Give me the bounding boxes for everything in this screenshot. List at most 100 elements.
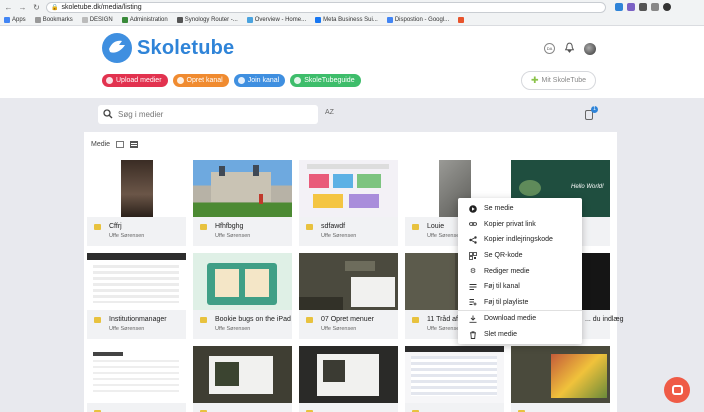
extension-icon[interactable]	[627, 3, 635, 11]
menu-item-delete-media[interactable]: Slet medie	[458, 327, 582, 343]
media-card[interactable]: 07 Opret menuer Uffe Sørensen	[299, 253, 398, 339]
folder-icon	[200, 317, 207, 323]
folder-icon	[306, 224, 313, 230]
menu-item-edit-media[interactable]: ⚙ Rediger medie	[458, 263, 582, 279]
media-card[interactable]	[299, 346, 398, 412]
search-input[interactable]: Søg i medier	[98, 105, 318, 124]
view-label: Medie	[91, 141, 111, 148]
chat-button[interactable]	[664, 377, 690, 403]
media-thumbnail	[299, 160, 398, 217]
header-tools: DA	[544, 42, 596, 55]
notification-badge: 1	[591, 106, 598, 113]
media-card[interactable]: Hfhfbghg Uffe Sørensen	[193, 160, 292, 246]
folder-icon	[200, 224, 207, 230]
download-icon	[469, 315, 477, 323]
media-card[interactable]: sdfawdf Uffe Sørensen	[299, 160, 398, 246]
profile-icon[interactable]	[663, 3, 671, 11]
folder-icon	[412, 224, 419, 230]
media-thumbnail	[511, 346, 610, 403]
users-icon	[237, 77, 245, 84]
bookmark-item[interactable]: Dispostion - Googl...	[386, 16, 449, 23]
logo-text: Skoletube	[137, 36, 235, 59]
media-thumbnail	[405, 346, 504, 403]
extension-icon[interactable]	[639, 3, 647, 11]
media-card[interactable]: Bookie bugs on the iPad Uffe Sørensen	[193, 253, 292, 339]
bookmark-item[interactable]: Meta Business Sui...	[315, 16, 378, 23]
create-channel-button[interactable]: Opret kanal	[172, 74, 229, 87]
bell-icon[interactable]	[564, 42, 575, 55]
media-author: Uffe Sørensen	[215, 326, 251, 332]
media-card[interactable]	[87, 346, 186, 412]
list-view-icon[interactable]	[130, 141, 139, 148]
menu-item-download-media[interactable]: Download medie	[458, 311, 582, 327]
media-title: Cffrj	[109, 223, 122, 230]
share-icon	[469, 236, 477, 244]
extensions	[615, 3, 671, 11]
media-author: Uffe Sørensen	[321, 233, 357, 239]
media-thumbnail	[193, 160, 292, 217]
context-menu: Se medie Kopier privat link Kopier indle…	[458, 198, 582, 344]
bookmark-item[interactable]: Synology Router -...	[176, 16, 238, 23]
bookmark-item[interactable]: Overview - Home...	[246, 16, 306, 23]
lock-icon: 🔒	[51, 4, 59, 11]
inbox-icon[interactable]: 1	[585, 106, 598, 120]
media-author: Uffe Sørensen	[321, 326, 357, 332]
link-icon	[469, 220, 477, 228]
menu-item-add-to-playlist[interactable]: Føj til playliste	[458, 295, 582, 311]
bookmark-item[interactable]: Administration	[121, 16, 168, 23]
media-title: Louie	[427, 223, 445, 230]
search-placeholder: Søg i medier	[118, 110, 164, 119]
language-toggle[interactable]: DA	[544, 43, 555, 54]
media-card[interactable]	[405, 346, 504, 412]
media-card[interactable]: Institutionmanager Uffe Sørensen	[87, 253, 186, 339]
menu-item-copy-embed-code[interactable]: Kopier indlejringskode	[458, 232, 582, 248]
url-text: skoletube.dk/media/listing	[61, 3, 142, 11]
join-channel-button[interactable]: Join kanal	[233, 74, 286, 87]
plus-icon	[106, 77, 113, 84]
bookmarks-bar: Apps Bookmarks DESIGN Administration Syn…	[0, 14, 704, 26]
folder-icon	[176, 77, 184, 84]
menu-item-view-media[interactable]: Se medie	[458, 201, 582, 217]
menu-item-qr-code[interactable]: Se QR-kode	[458, 248, 582, 264]
menu-item-copy-private-link[interactable]: Kopier privat link	[458, 217, 582, 233]
bookmark-item[interactable]: DESIGN	[81, 16, 113, 23]
app-header: Skoletube DA Upload medier Opret kanal J…	[0, 26, 704, 98]
sort-az-button[interactable]: AZ	[325, 109, 334, 116]
media-thumbnail	[193, 346, 292, 403]
media-title: ... du indlæg	[585, 316, 624, 323]
help-icon	[294, 77, 302, 84]
extension-icon[interactable]	[615, 3, 623, 11]
bird-logo-icon	[102, 33, 132, 63]
bookmark-item[interactable]: Bookmarks	[34, 16, 73, 23]
reload-icon[interactable]: ↻	[32, 3, 41, 12]
media-card[interactable]: Cffrj Uffe Sørensen	[87, 160, 186, 246]
list-icon	[469, 283, 477, 291]
upload-media-button[interactable]: Upload medier	[102, 74, 168, 87]
menu-item-add-to-channel[interactable]: Føj til kanal	[458, 279, 582, 295]
media-author: Uffe Sørensen	[215, 233, 251, 239]
my-skoletube-button[interactable]: ✚ Mit SkoleTube	[521, 71, 596, 90]
gear-icon: ⚙	[469, 268, 477, 276]
media-thumbnail	[299, 253, 398, 310]
bookmark-item[interactable]: Apps	[4, 16, 26, 23]
back-icon[interactable]: ←	[4, 3, 13, 12]
bookmark-item[interactable]	[458, 16, 465, 23]
media-title: Bookie bugs on the iPad	[215, 316, 291, 323]
search-icon	[103, 108, 113, 121]
media-card[interactable]	[193, 346, 292, 412]
forward-icon[interactable]: →	[18, 3, 27, 12]
media-card[interactable]	[511, 346, 610, 412]
logo[interactable]: Skoletube	[102, 33, 234, 63]
extension-icon[interactable]	[651, 3, 659, 11]
grid-view-icon[interactable]	[116, 141, 125, 148]
browser-toolbar: ← → ↻ 🔒 skoletube.dk/media/listing	[0, 0, 704, 14]
address-bar[interactable]: 🔒 skoletube.dk/media/listing	[46, 1, 606, 13]
media-thumbnail	[193, 253, 292, 310]
folder-icon	[94, 224, 101, 230]
avatar[interactable]	[584, 42, 596, 55]
guide-button[interactable]: SkoleTubeguide	[290, 74, 361, 87]
search-row: Søg i medier AZ 1	[0, 98, 704, 132]
media-title: 07 Opret menuer	[321, 316, 374, 323]
folder-icon	[412, 317, 419, 323]
play-icon	[469, 204, 477, 213]
